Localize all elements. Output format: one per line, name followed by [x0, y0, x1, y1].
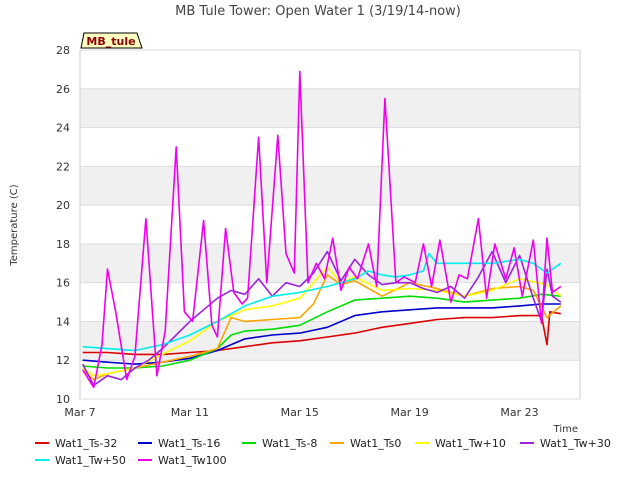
legend-item: Wat1_Tw100	[138, 454, 227, 467]
legend-item: Wat1_Tw+30	[520, 437, 611, 450]
y-tick-label: 16	[56, 277, 70, 290]
legend-label: Wat1_Tw+50	[55, 454, 126, 467]
site-badge: MB_tule	[80, 32, 143, 49]
y-tick-label: 28	[56, 44, 70, 57]
legend-label: Wat1_Tw+10	[435, 437, 506, 450]
y-tick-label: 12	[56, 354, 70, 367]
legend-label: Wat1_Ts-32	[55, 437, 117, 450]
legend-label: Wat1_Ts-8	[262, 437, 317, 450]
legend-label: Wat1_Tw100	[158, 454, 227, 467]
x-tick-label: Mar 11	[171, 406, 209, 419]
legend-item: Wat1_Tw+10	[415, 437, 506, 450]
legend-label: Wat1_Tw+30	[540, 437, 611, 450]
legend-item: Wat1_Ts-16	[138, 437, 220, 450]
y-tick-label: 10	[56, 393, 70, 406]
plot-band	[80, 166, 580, 206]
y-tick-label: 20	[56, 199, 70, 212]
y-tick-label: 14	[56, 315, 70, 328]
x-tick-label: Mar 19	[391, 406, 429, 419]
line-chart: MB Tule Tower: Open Water 1 (3/19/14-now…	[9, 4, 611, 467]
plot-band	[80, 88, 580, 128]
legend-item: Wat1_Ts-32	[35, 437, 117, 450]
legend-label: Wat1_Ts0	[350, 437, 401, 450]
x-axis-label: Time	[553, 424, 578, 435]
legend-label: Wat1_Ts-16	[158, 437, 220, 450]
y-axis-ticks: 10 12 14 16 18 20 22 24 26 28	[56, 44, 70, 406]
x-tick-label: Mar 15	[281, 406, 319, 419]
x-tick-label: Mar 23	[500, 406, 538, 419]
legend: Wat1_Ts-32 Wat1_Ts-16 Wat1_Ts-8 Wat1_Ts0 Wat…	[35, 437, 611, 467]
y-tick-label: 24	[56, 122, 70, 135]
y-tick-label: 18	[56, 238, 70, 251]
plot-bands	[80, 88, 580, 361]
y-axis-label: Temperature (C)	[9, 184, 20, 266]
legend-item: Wat1_Ts0	[330, 437, 401, 450]
y-tick-label: 22	[56, 160, 70, 173]
legend-item: Wat1_Tw+50	[35, 454, 126, 467]
x-tick-label: Mar 7	[64, 406, 95, 419]
chart-title: MB Tule Tower: Open Water 1 (3/19/14-now…	[175, 4, 461, 19]
y-tick-label: 26	[56, 83, 70, 96]
x-axis-ticks: Mar 7 Mar 11 Mar 15 Mar 19 Mar 23	[64, 406, 538, 419]
legend-item: Wat1_Ts-8	[242, 437, 317, 450]
site-badge-text: MB_tule	[86, 35, 135, 48]
chart-root: MB Tule Tower: Open Water 1 (3/19/14-now…	[0, 0, 640, 480]
